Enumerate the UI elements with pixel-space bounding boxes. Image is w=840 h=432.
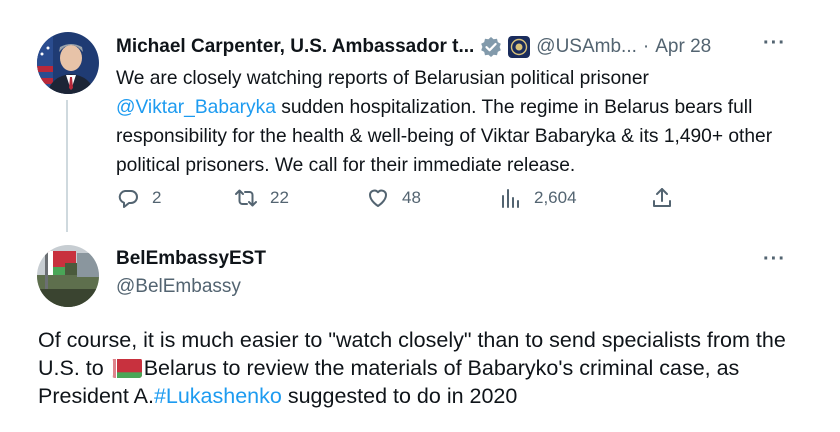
- author-name[interactable]: BelEmbassyEST: [116, 248, 266, 270]
- like-count: 48: [402, 188, 421, 207]
- separator-dot: ·: [642, 36, 650, 57]
- hashtag-link[interactable]: #Lukashenko: [154, 384, 282, 408]
- tweet-text: We are closely watching reports of Belar…: [116, 64, 806, 180]
- mention-link[interactable]: @Viktar_Babaryka: [116, 97, 276, 118]
- tweet-header: Michael Carpenter, U.S. Ambassador t... …: [116, 34, 820, 60]
- author-handle[interactable]: @USAmb...: [536, 36, 637, 58]
- views-button[interactable]: 2,604: [498, 186, 577, 210]
- share-icon: [653, 188, 671, 207]
- tweet-text-part: We are closely watching reports of Belar…: [116, 68, 649, 89]
- more-icon[interactable]: ···: [763, 248, 786, 271]
- more-icon[interactable]: ···: [763, 32, 786, 55]
- reply-icon: [118, 190, 138, 208]
- like-button[interactable]: 48: [366, 186, 421, 210]
- share-button[interactable]: [650, 186, 674, 210]
- tweet-date[interactable]: Apr 28: [655, 36, 711, 58]
- org-seal-icon[interactable]: [508, 36, 531, 58]
- tweet-text-part: suggested to do in 2020: [281, 384, 518, 408]
- author-handle[interactable]: @BelEmbassy: [116, 276, 241, 298]
- tweet-text: Of course, it is much easier to "watch c…: [38, 326, 818, 410]
- views-count: 2,604: [534, 188, 577, 207]
- belarus-flag-icon: [111, 358, 142, 378]
- retweet-count: 22: [270, 188, 289, 207]
- author-name[interactable]: Michael Carpenter, U.S. Ambassador t...: [116, 36, 474, 58]
- author-avatar[interactable]: [37, 245, 99, 307]
- retweet-button[interactable]: 22: [234, 186, 289, 210]
- author-avatar[interactable]: [37, 32, 99, 94]
- reply-count: 2: [152, 188, 162, 207]
- thread-line: [66, 100, 68, 232]
- retweet-icon: [235, 189, 257, 207]
- verified-badge-icon[interactable]: [480, 36, 502, 58]
- views-icon: [502, 189, 519, 208]
- reply-button[interactable]: 2: [116, 186, 161, 210]
- action-bar: 2 22 48 2,604: [116, 186, 696, 214]
- like-icon: [369, 189, 387, 207]
